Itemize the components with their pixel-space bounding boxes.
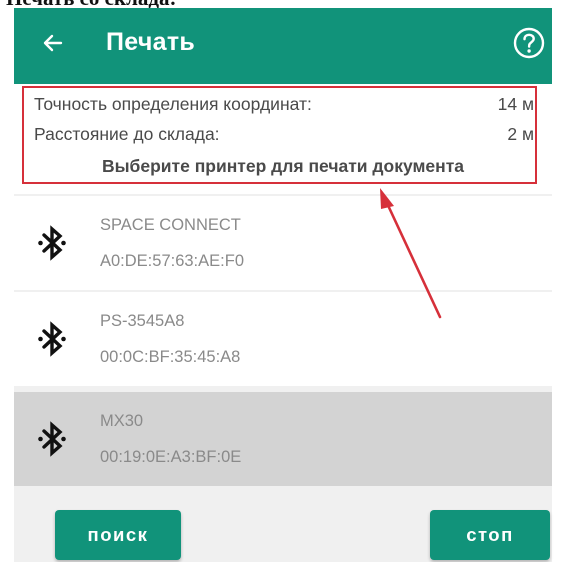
bluetooth-icon [36,224,68,262]
device-mac: 00:19:0E:A3:BF:0E [100,448,242,466]
bluetooth-icon [36,320,68,358]
search-button[interactable]: поиск [55,510,181,560]
accuracy-label: Точность определения координат: [34,94,312,114]
stop-button[interactable]: стоп [430,510,550,560]
device-item-ps-3545a8[interactable]: PS-3545A8 00:0C:BF:35:45:A8 [14,292,552,386]
question-circle-icon[interactable] [512,26,546,60]
location-info-panel: Точность определения координат: 14 м Рас… [14,84,552,194]
device-name: PS-3545A8 [100,312,185,330]
distance-value: 2 м [507,124,534,144]
device-item-space-connect[interactable]: SPACE CONNECT A0:DE:57:63:AE:F0 [14,196,552,290]
device-mac: A0:DE:57:63:AE:F0 [100,252,244,270]
distance-label: Расстояние до склада: [34,124,220,144]
page-title: Печать [106,28,196,56]
distance-row: Расстояние до склада: 2 м [34,124,534,145]
device-name: MX30 [100,412,144,430]
bluetooth-icon [36,420,68,458]
accuracy-value: 14 м [497,94,534,114]
app-bar: Печать [14,8,552,84]
device-item-mx30[interactable]: MX30 00:19:0E:A3:BF:0E [14,392,552,486]
device-name: SPACE CONNECT [100,216,241,234]
arrow-left-icon[interactable] [34,25,70,61]
print-screen: Печать Точность определения координат: 1… [14,8,552,562]
page-caption-fragment: Печать со склада: [0,0,561,8]
accuracy-row: Точность определения координат: 14 м [34,94,534,115]
select-printer-hint: Выберите принтер для печати документа [101,156,465,176]
device-mac: 00:0C:BF:35:45:A8 [100,348,241,366]
